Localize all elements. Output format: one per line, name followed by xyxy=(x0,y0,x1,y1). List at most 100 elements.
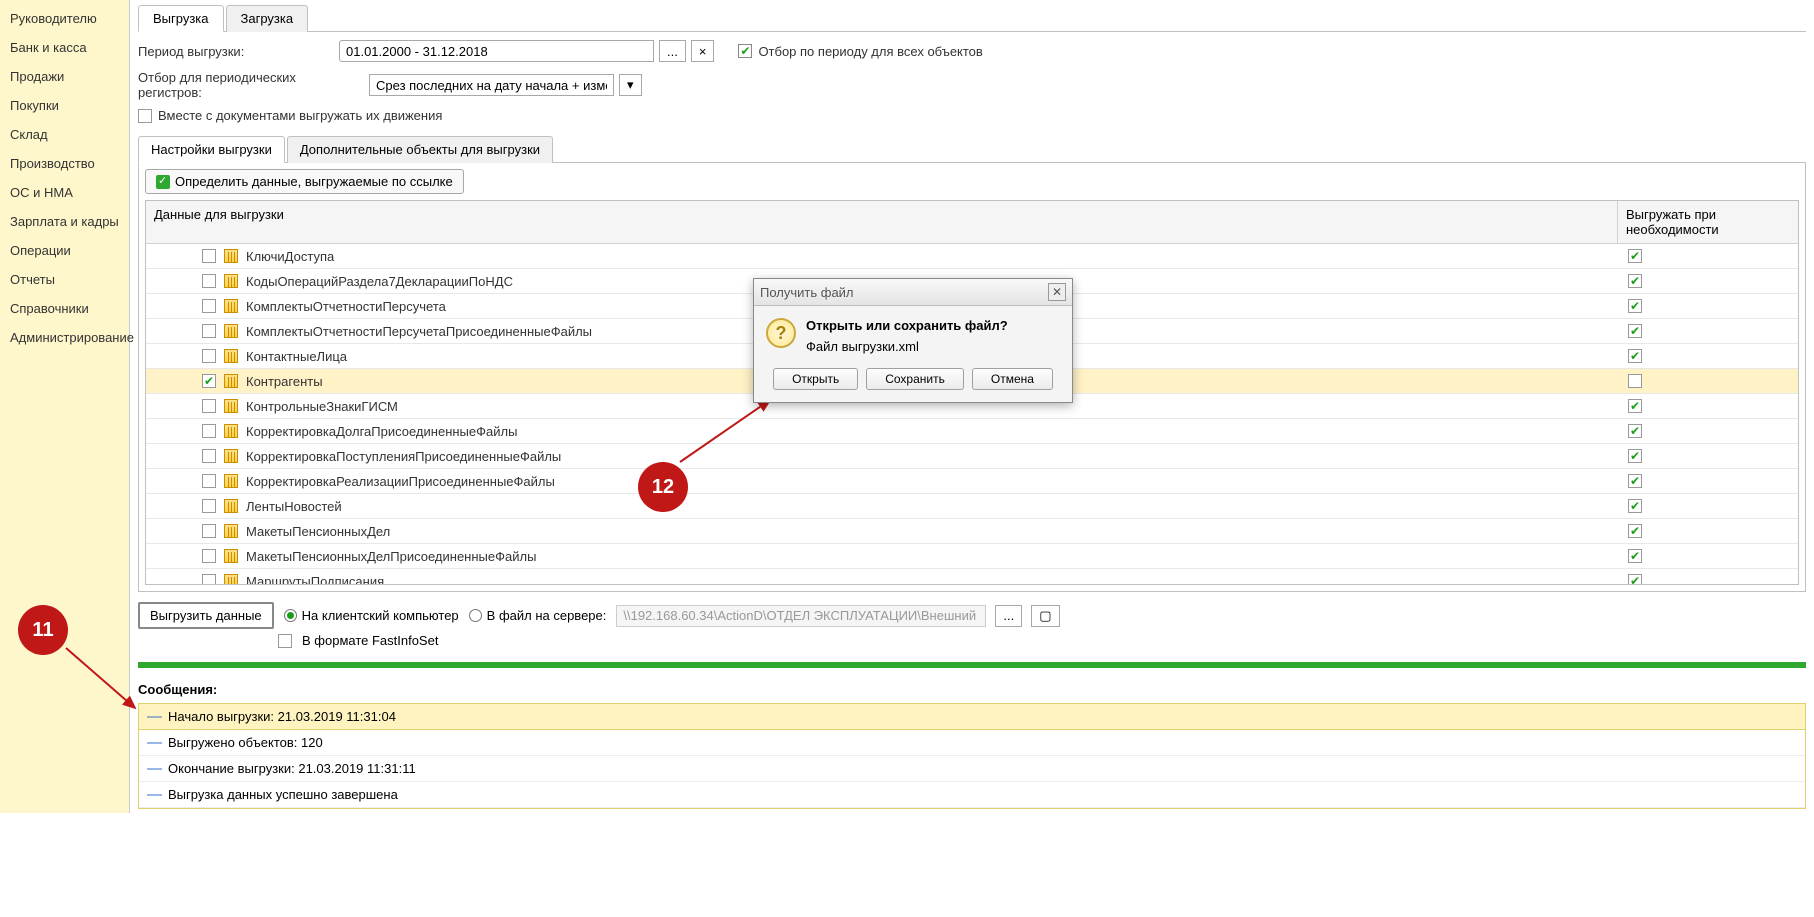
sidebar-item[interactable]: Склад xyxy=(0,120,129,149)
server-path-open[interactable]: ▢ xyxy=(1031,605,1059,627)
need-checkbox[interactable] xyxy=(1628,299,1642,313)
message-row: —Начало выгрузки: 21.03.2019 11:31:04 xyxy=(139,704,1805,730)
main-panel: Выгрузка Загрузка Период выгрузки: ... ×… xyxy=(130,0,1814,813)
dialog-close-button[interactable]: ✕ xyxy=(1048,283,1066,301)
table-icon xyxy=(224,299,238,313)
need-checkbox[interactable] xyxy=(1628,324,1642,338)
need-checkbox[interactable] xyxy=(1628,399,1642,413)
row-checkbox[interactable] xyxy=(202,399,216,413)
row-checkbox[interactable] xyxy=(202,324,216,338)
need-checkbox[interactable] xyxy=(1628,474,1642,488)
sidebar-item[interactable]: Отчеты xyxy=(0,265,129,294)
dialog-save-button[interactable]: Сохранить xyxy=(866,368,964,390)
need-checkbox[interactable] xyxy=(1628,274,1642,288)
row-label: КомплектыОтчетностиПерсучета xyxy=(246,299,446,314)
table-icon xyxy=(224,499,238,513)
need-checkbox[interactable] xyxy=(1628,574,1642,584)
need-checkbox[interactable] xyxy=(1628,249,1642,263)
row-checkbox[interactable] xyxy=(202,549,216,563)
row-checkbox[interactable] xyxy=(202,299,216,313)
sidebar-item[interactable]: Продажи xyxy=(0,62,129,91)
row-checkbox[interactable] xyxy=(202,349,216,363)
period-all-checkbox[interactable] xyxy=(738,44,752,58)
message-row: —Выгружено объектов: 120 xyxy=(139,730,1805,756)
dialog-cancel-button[interactable]: Отмена xyxy=(972,368,1053,390)
table-row[interactable]: МаршрутыПодписания xyxy=(146,569,1798,584)
row-label: Контрагенты xyxy=(246,374,323,389)
row-label: КлючиДоступа xyxy=(246,249,334,264)
table-row[interactable]: КорректировкаПоступленияПрисоединенныеФа… xyxy=(146,444,1798,469)
sidebar-item[interactable]: Банк и касса xyxy=(0,33,129,62)
row-checkbox[interactable] xyxy=(202,274,216,288)
row-checkbox[interactable] xyxy=(202,574,216,584)
dialog-open-button[interactable]: Открыть xyxy=(773,368,858,390)
movements-label: Вместе с документами выгружать их движен… xyxy=(158,108,442,123)
need-checkbox[interactable] xyxy=(1628,449,1642,463)
fastinfoset-checkbox[interactable] xyxy=(278,634,292,648)
dash-icon: — xyxy=(147,709,162,724)
period-clear-button[interactable]: × xyxy=(691,40,715,62)
callout-12: 12 xyxy=(638,462,688,512)
radio-client[interactable]: На клиентский компьютер xyxy=(284,608,459,623)
row-checkbox[interactable] xyxy=(202,524,216,538)
tab-upload[interactable]: Выгрузка xyxy=(138,5,224,32)
reg-dropdown-button[interactable]: ▾ xyxy=(619,74,642,96)
sidebar-item[interactable]: Зарплата и кадры xyxy=(0,207,129,236)
table-row[interactable]: КлючиДоступа xyxy=(146,244,1798,269)
need-checkbox[interactable] xyxy=(1628,499,1642,513)
sidebar-item[interactable]: Администрирование xyxy=(0,323,129,352)
grid-col-data: Данные для выгрузки xyxy=(146,201,1618,243)
fastinfoset-label: В формате FastInfoSet xyxy=(302,633,438,648)
table-icon xyxy=(224,424,238,438)
sidebar-item[interactable]: Руководителю xyxy=(0,4,129,33)
sidebar-item[interactable]: Справочники xyxy=(0,294,129,323)
row-checkbox[interactable] xyxy=(202,424,216,438)
row-checkbox[interactable] xyxy=(202,449,216,463)
table-row[interactable]: КорректировкаРеализацииПрисоединенныеФай… xyxy=(146,469,1798,494)
need-checkbox[interactable] xyxy=(1628,524,1642,538)
table-icon xyxy=(224,399,238,413)
tab-settings[interactable]: Настройки выгрузки xyxy=(138,136,285,163)
define-link-button[interactable]: Определить данные, выгружаемые по ссылке xyxy=(145,169,464,194)
row-checkbox[interactable] xyxy=(202,249,216,263)
row-checkbox[interactable] xyxy=(202,499,216,513)
server-path-picker[interactable]: ... xyxy=(995,605,1022,627)
sidebar-item[interactable]: Покупки xyxy=(0,91,129,120)
period-picker-button[interactable]: ... xyxy=(659,40,686,62)
row-checkbox[interactable] xyxy=(202,374,216,388)
row-label: ЛентыНовостей xyxy=(246,499,342,514)
table-row[interactable]: КорректировкаДолгаПрисоединенныеФайлы xyxy=(146,419,1798,444)
dash-icon: — xyxy=(147,787,162,802)
reg-dropdown[interactable] xyxy=(369,74,614,96)
need-checkbox[interactable] xyxy=(1628,549,1642,563)
radio-server[interactable]: В файл на сервере: xyxy=(469,608,607,623)
get-file-dialog: Получить файл ✕ ? Открыть или сохранить … xyxy=(753,278,1073,403)
radio-icon xyxy=(284,609,297,622)
table-row[interactable]: ЛентыНовостей xyxy=(146,494,1798,519)
table-row[interactable]: МакетыПенсионныхДел xyxy=(146,519,1798,544)
sidebar-item[interactable]: Производство xyxy=(0,149,129,178)
row-label: КорректировкаРеализацииПрисоединенныеФай… xyxy=(246,474,555,489)
messages-box: —Начало выгрузки: 21.03.2019 11:31:04 —В… xyxy=(138,703,1806,809)
sidebar-item[interactable]: Операции xyxy=(0,236,129,265)
export-button[interactable]: Выгрузить данные xyxy=(138,602,274,629)
table-icon xyxy=(224,249,238,263)
need-checkbox[interactable] xyxy=(1628,349,1642,363)
table-row[interactable]: МакетыПенсионныхДелПрисоединенныеФайлы xyxy=(146,544,1798,569)
period-input[interactable] xyxy=(339,40,654,62)
movements-checkbox[interactable] xyxy=(138,109,152,123)
row-label: КорректировкаДолгаПрисоединенныеФайлы xyxy=(246,424,517,439)
dialog-title: Получить файл xyxy=(760,285,854,300)
table-icon xyxy=(224,549,238,563)
radio-icon xyxy=(469,609,482,622)
tab-extra[interactable]: Дополнительные объекты для выгрузки xyxy=(287,136,553,163)
server-path-input xyxy=(616,605,986,627)
need-checkbox[interactable] xyxy=(1628,424,1642,438)
check-icon xyxy=(156,175,170,189)
sidebar-item[interactable]: ОС и НМА xyxy=(0,178,129,207)
need-checkbox[interactable] xyxy=(1628,374,1642,388)
tab-download[interactable]: Загрузка xyxy=(226,5,309,32)
table-icon xyxy=(224,474,238,488)
dash-icon: — xyxy=(147,735,162,750)
row-checkbox[interactable] xyxy=(202,474,216,488)
